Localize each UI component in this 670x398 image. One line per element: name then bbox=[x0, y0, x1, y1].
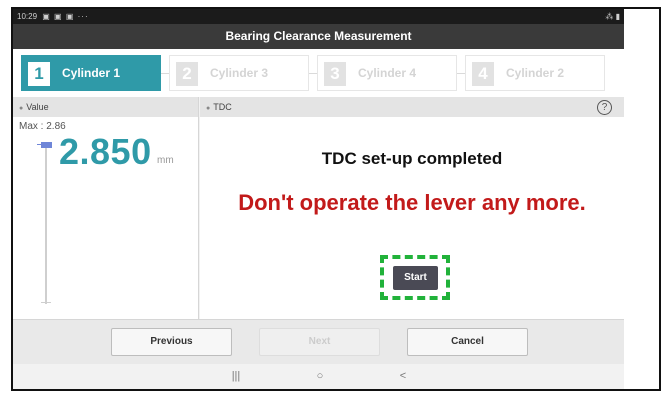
tdc-panel: ● TDC ? TDC set-up completed Don't operat… bbox=[200, 97, 624, 319]
status-time: 10:29 bbox=[17, 12, 38, 21]
step-number: 1 bbox=[28, 62, 50, 86]
tdc-panel-header: ● TDC bbox=[200, 97, 624, 117]
step-connector bbox=[457, 73, 465, 74]
step-label: Cylinder 3 bbox=[210, 66, 269, 80]
bullet-icon: ● bbox=[19, 105, 24, 112]
screenshot-frame: 10:29 ▣ ▣ ▣ ··· ⁂ ▮ Bearing Clearance Me… bbox=[11, 7, 661, 391]
page-title: Bearing Clearance Measurement bbox=[13, 24, 624, 49]
next-button[interactable]: Next bbox=[259, 328, 380, 356]
step-cylinder-4[interactable]: 3 Cylinder 4 bbox=[317, 55, 457, 91]
step-cylinder-1[interactable]: 1 Cylinder 1 bbox=[21, 55, 161, 91]
start-button[interactable]: Start bbox=[393, 266, 438, 290]
step-cylinder-3[interactable]: 2 Cylinder 3 bbox=[169, 55, 309, 91]
start-highlight-box: Start bbox=[380, 255, 450, 300]
measured-unit: mm bbox=[157, 155, 174, 166]
back-icon[interactable]: < bbox=[393, 364, 413, 389]
android-nav-bar: ||| ○ < bbox=[13, 364, 624, 389]
step-number: 4 bbox=[472, 62, 494, 86]
cancel-button[interactable]: Cancel bbox=[407, 328, 528, 356]
recent-apps-icon[interactable]: ||| bbox=[226, 364, 246, 389]
step-number: 3 bbox=[324, 62, 346, 86]
home-icon[interactable]: ○ bbox=[310, 364, 330, 389]
value-panel-header: ● Value bbox=[13, 97, 198, 117]
action-bar: Previous Next Cancel bbox=[13, 319, 624, 364]
notification-icons: ▣ ▣ ▣ ··· bbox=[42, 12, 89, 21]
step-label: Cylinder 4 bbox=[358, 66, 417, 80]
help-icon[interactable]: ? bbox=[597, 100, 612, 115]
status-bar: 10:29 ▣ ▣ ▣ ··· ⁂ ▮ bbox=[13, 9, 624, 24]
previous-button[interactable]: Previous bbox=[111, 328, 232, 356]
value-panel: ● Value Max : 2.86 2.850 mm bbox=[13, 97, 199, 319]
step-connector bbox=[309, 73, 317, 74]
measured-value: 2.850 bbox=[59, 131, 152, 172]
step-connector bbox=[161, 73, 169, 74]
step-progress: 1 Cylinder 1 2 Cylinder 3 3 Cylinder 4 4… bbox=[13, 49, 624, 97]
gauge-marker bbox=[41, 142, 52, 148]
step-label: Cylinder 2 bbox=[506, 66, 565, 80]
bullet-icon: ● bbox=[206, 105, 211, 112]
tablet-screen: 10:29 ▣ ▣ ▣ ··· ⁂ ▮ Bearing Clearance Me… bbox=[13, 9, 624, 389]
signal-battery-icon: ⁂ ▮ bbox=[605, 12, 620, 21]
gauge-track bbox=[45, 144, 47, 304]
value-header-label: Value bbox=[26, 102, 49, 112]
setup-complete-message: TDC set-up completed bbox=[321, 149, 503, 168]
step-label: Cylinder 1 bbox=[62, 66, 121, 80]
step-number: 2 bbox=[176, 62, 198, 86]
lever-warning-message: Don't operate the lever any more. bbox=[238, 190, 586, 215]
gauge-base bbox=[41, 302, 51, 303]
step-cylinder-2[interactable]: 4 Cylinder 2 bbox=[465, 55, 605, 91]
tdc-header-label: TDC bbox=[213, 102, 232, 112]
